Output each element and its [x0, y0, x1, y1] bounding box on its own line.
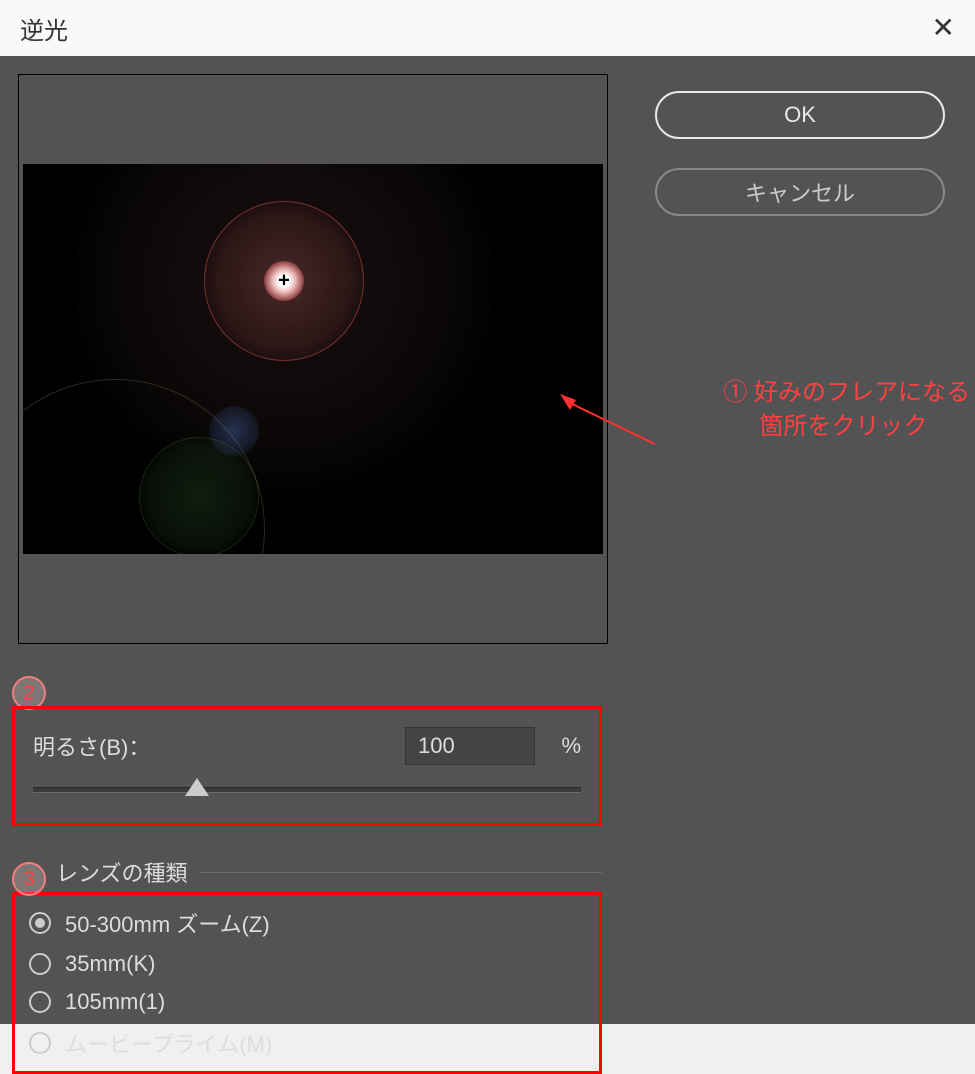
lens-option-label: ムービープライム(M) — [65, 1027, 272, 1059]
flare-blue-orb — [209, 406, 259, 456]
brightness-unit: % — [545, 733, 581, 759]
brightness-row: 明るさ(B)： % — [33, 727, 581, 765]
annotation-step1-line2: 箇所をクリック — [723, 410, 970, 444]
lens-option-105mm[interactable]: 105mm(1) — [19, 983, 595, 1021]
lens-type-label: レンズの種類 — [56, 856, 188, 888]
lens-type-section: レンズの種類 50-300mm ズーム(Z) 35mm(K) 105mm(1) … — [12, 856, 602, 1074]
title-bar: 逆光 ✕ — [0, 0, 975, 56]
crosshair-icon[interactable]: + — [278, 270, 290, 293]
dialog-body: + OK キャンセル ① 好みのフレアになる 箇所をクリック 2 明るさ(B)：… — [0, 56, 975, 1024]
lens-highlight-box: 50-300mm ズーム(Z) 35mm(K) 105mm(1) ムービープライ… — [12, 892, 602, 1074]
dialog-title: 逆光 — [20, 11, 68, 46]
ok-button[interactable]: OK — [655, 91, 945, 139]
annotation-step1-line1: ① 好みのフレアになる — [723, 376, 970, 410]
lens-type-header: レンズの種類 — [12, 856, 602, 888]
annotation-step1: ① 好みのフレアになる 箇所をクリック — [723, 376, 970, 443]
lens-option-label: 35mm(K) — [65, 951, 155, 977]
brightness-highlight-box: 明るさ(B)： % — [12, 706, 602, 826]
lens-option-movie-prime[interactable]: ムービープライム(M) — [19, 1021, 595, 1065]
lens-option-label: 105mm(1) — [65, 989, 165, 1015]
annotation-badge-2: 2 — [12, 676, 46, 710]
radio-unchecked-icon — [29, 1032, 51, 1054]
brightness-label: 明るさ(B)： — [33, 730, 150, 762]
lens-option-50-300mm[interactable]: 50-300mm ズーム(Z) — [19, 901, 595, 945]
cancel-button[interactable]: キャンセル — [655, 168, 945, 216]
brightness-slider[interactable] — [33, 787, 581, 793]
lens-option-35mm[interactable]: 35mm(K) — [19, 945, 595, 983]
radio-unchecked-icon — [29, 953, 51, 975]
annotation-badge-3: 3 — [12, 862, 46, 896]
brightness-section: 明るさ(B)： % — [12, 706, 602, 826]
radio-checked-icon — [29, 912, 51, 934]
divider — [200, 872, 602, 873]
slider-thumb-icon[interactable] — [185, 778, 209, 796]
brightness-input[interactable] — [405, 727, 535, 765]
lens-option-label: 50-300mm ズーム(Z) — [65, 907, 270, 939]
radio-unchecked-icon — [29, 991, 51, 1013]
close-icon[interactable]: ✕ — [932, 14, 955, 42]
flare-preview[interactable]: + — [23, 164, 603, 554]
preview-panel: + — [18, 74, 608, 644]
